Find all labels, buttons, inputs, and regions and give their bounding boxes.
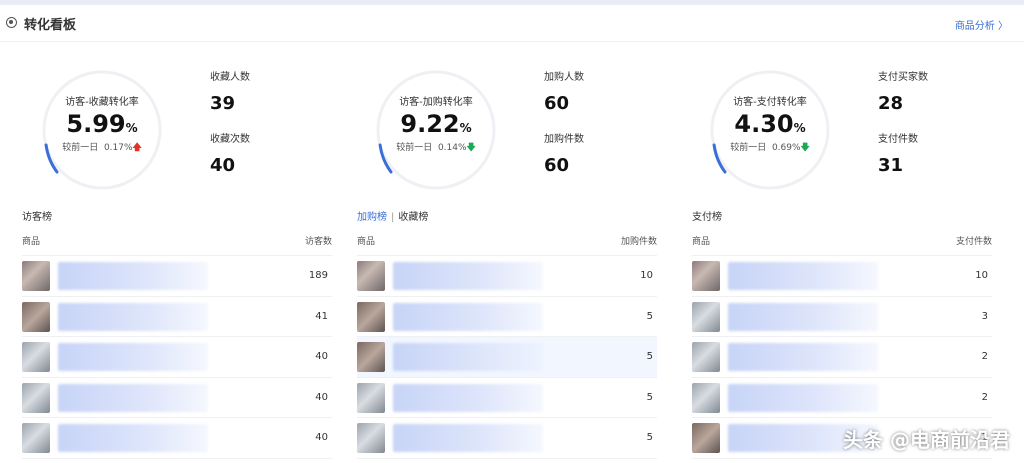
kpi-cart-items: 加购件数 60 — [544, 134, 584, 176]
panel-header: 转化看板 商品分析 〉 — [0, 5, 1024, 42]
product-thumbnail[interactable] — [22, 423, 50, 453]
rank-payments: 支付榜 商品 支付件数 10 3 2 2 1 — [692, 208, 992, 459]
product-thumbnail[interactable] — [22, 342, 50, 372]
blurred-product-name[interactable] — [58, 383, 208, 412]
rank-header: 商品 访客数 — [22, 226, 332, 256]
blurred-product-name[interactable] — [728, 302, 878, 331]
blurred-product-name[interactable] — [728, 262, 878, 290]
product-thumbnail[interactable] — [692, 382, 720, 413]
table-row[interactable]: 5 — [357, 378, 657, 418]
metric-pay-conversion: 访客-支付转化率 4.30% 较前一日 0.69%🡇 支付买家数 28 支付件数… — [692, 60, 1012, 190]
table-row[interactable]: 10 — [357, 256, 657, 297]
blurred-product-name[interactable] — [728, 383, 878, 412]
table-row[interactable]: 41 — [22, 297, 332, 337]
product-thumbnail[interactable] — [357, 423, 385, 453]
rank-title: 支付榜 — [692, 212, 722, 223]
rank-visitors: 访客榜 商品 访客数 189 41 40 40 40 — [22, 208, 332, 459]
gauge-label: 访客-支付转化率 — [733, 97, 807, 108]
product-thumbnail[interactable] — [692, 261, 720, 291]
gauge-compare: 较前一日 0.17%🡅 — [62, 143, 142, 153]
table-row[interactable]: 5 — [357, 418, 657, 459]
table-row[interactable]: 3 — [692, 297, 992, 337]
blurred-product-name[interactable] — [393, 383, 543, 412]
table-row[interactable]: 5 — [357, 297, 657, 337]
product-thumbnail[interactable] — [357, 261, 385, 291]
metric-cart-conversion: 访客-加购转化率 9.22% 较前一日 0.14%🡇 加购人数 60 加购件数 … — [358, 60, 678, 190]
product-thumbnail[interactable] — [692, 342, 720, 372]
target-icon — [6, 17, 17, 28]
table-row[interactable]: 2 — [692, 378, 992, 418]
gauge-value: 5.99% — [66, 110, 138, 138]
kpi-cart-users: 加购人数 60 — [544, 72, 584, 114]
tab-cart-rank[interactable]: 加购榜 — [357, 212, 387, 223]
rank-header: 商品 加购件数 — [357, 226, 657, 256]
product-thumbnail[interactable] — [22, 301, 50, 332]
gauge-label: 访客-加购转化率 — [399, 97, 473, 108]
product-thumbnail[interactable] — [692, 301, 720, 332]
product-analysis-link[interactable]: 商品分析 〉 — [955, 17, 1008, 32]
table-row[interactable]: 2 — [692, 337, 992, 378]
panel-title: 转化看板 — [24, 18, 77, 33]
kpi-pay-buyers: 支付买家数 28 — [878, 72, 928, 114]
table-row[interactable]: 40 — [22, 418, 332, 459]
gauge-value: 9.22% — [400, 110, 472, 138]
arrow-down-icon: 🡇 — [800, 143, 810, 153]
product-thumbnail[interactable] — [22, 382, 50, 413]
product-thumbnail[interactable] — [22, 261, 50, 291]
rank-tabs: 加购榜 | 收藏榜 — [357, 212, 429, 223]
blurred-product-name[interactable] — [393, 302, 543, 331]
table-row[interactable]: 40 — [22, 337, 332, 378]
kpi-favorite-count: 收藏次数 40 — [210, 134, 250, 176]
blurred-product-name[interactable] — [728, 343, 878, 371]
metric-favorite-conversion: 访客-收藏转化率 5.99% 较前一日 0.17%🡅 收藏人数 39 收藏次数 … — [24, 60, 344, 190]
blurred-product-name[interactable] — [58, 302, 208, 331]
blurred-product-name[interactable] — [393, 343, 543, 371]
tab-favorite-rank[interactable]: 收藏榜 — [398, 212, 428, 223]
table-row[interactable]: 5 — [357, 337, 657, 378]
arrow-up-icon: 🡅 — [132, 143, 142, 153]
product-thumbnail[interactable] — [357, 301, 385, 332]
blurred-product-name[interactable] — [58, 262, 208, 290]
blurred-product-name[interactable] — [393, 262, 543, 290]
arrow-down-icon: 🡇 — [466, 143, 476, 153]
table-row[interactable]: 40 — [22, 378, 332, 418]
watermark: 头条 @电商前沿君 — [843, 428, 1010, 452]
table-row[interactable]: 189 — [22, 256, 332, 297]
blurred-product-name[interactable] — [58, 343, 208, 371]
gauge-compare: 较前一日 0.14%🡇 — [396, 143, 476, 153]
gauge-label: 访客-收藏转化率 — [65, 97, 139, 108]
rank-header: 商品 支付件数 — [692, 226, 992, 256]
blurred-product-name[interactable] — [393, 424, 543, 452]
kpi-pay-items: 支付件数 31 — [878, 134, 918, 176]
product-thumbnail[interactable] — [692, 423, 720, 453]
table-row[interactable]: 10 — [692, 256, 992, 297]
product-thumbnail[interactable] — [357, 342, 385, 372]
gauge-compare: 较前一日 0.69%🡇 — [730, 143, 810, 153]
gauge-value: 4.30% — [734, 110, 806, 138]
rank-cart: 加购榜 | 收藏榜 商品 加购件数 10 5 5 5 5 — [357, 208, 657, 459]
blurred-product-name[interactable] — [58, 424, 208, 452]
product-thumbnail[interactable] — [357, 382, 385, 413]
kpi-favorite-users: 收藏人数 39 — [210, 72, 250, 114]
rank-title: 访客榜 — [22, 212, 52, 223]
